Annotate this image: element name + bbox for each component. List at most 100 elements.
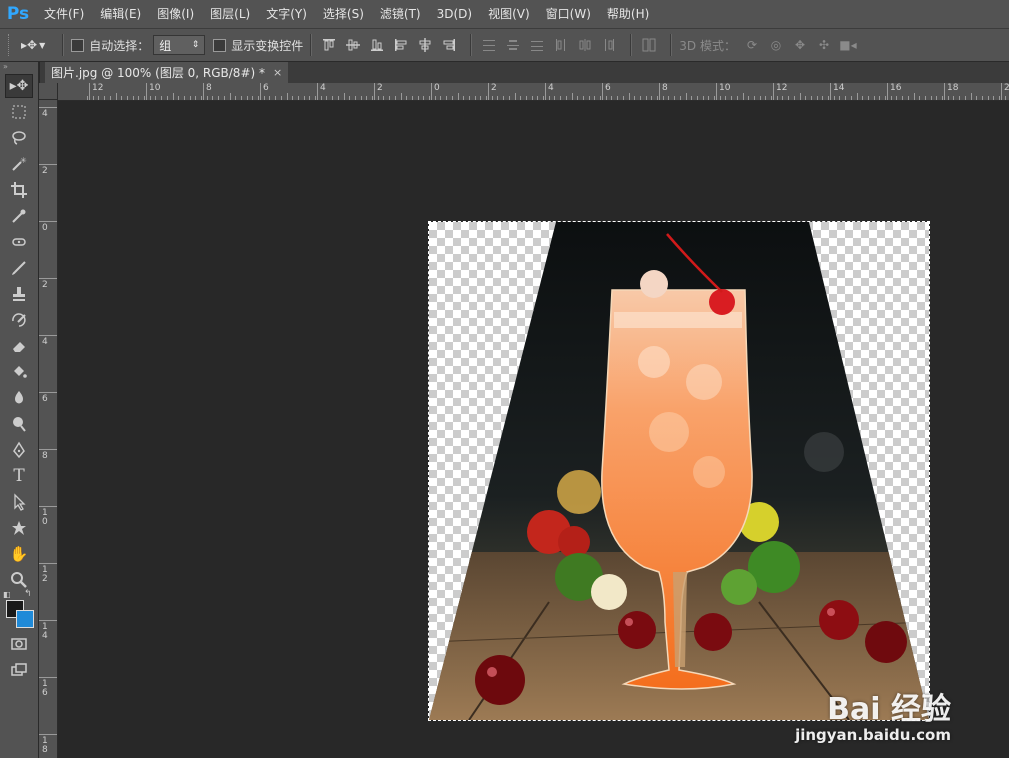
ruler-tick: [907, 96, 909, 100]
document-canvas[interactable]: [428, 221, 930, 721]
video-camera-icon: ■◂: [839, 38, 857, 52]
menu-file[interactable]: 文件(F): [36, 0, 92, 28]
ruler-tick: [434, 96, 436, 100]
distribute-top-button[interactable]: [479, 35, 499, 55]
ruler-tick: [109, 96, 111, 100]
history-brush-tool[interactable]: [5, 308, 33, 332]
dodge-tool[interactable]: [5, 412, 33, 436]
pen-tool[interactable]: [5, 438, 33, 462]
auto-select-checkbox[interactable]: [71, 38, 85, 52]
3d-scale-button[interactable]: ■◂: [838, 35, 858, 55]
blur-tool[interactable]: [5, 386, 33, 410]
menu-window[interactable]: 窗口(W): [538, 0, 599, 28]
updown-arrow-icon: ⇕: [191, 40, 200, 50]
transformed-photo-layer[interactable]: [429, 222, 929, 720]
align-left-button[interactable]: [391, 35, 411, 55]
menu-help[interactable]: 帮助(H): [599, 0, 657, 28]
menu-bar: Ps 文件(F) 编辑(E) 图像(I) 图层(L) 文字(Y) 选择(S) 滤…: [0, 0, 1009, 28]
swap-colors-icon[interactable]: ↰: [24, 589, 32, 599]
align-hcenter-button[interactable]: [415, 35, 435, 55]
menu-edit[interactable]: 编辑(E): [92, 0, 149, 28]
vertical-ruler[interactable]: 4 2 0 2 4 6 8 10 12 14 16 18: [39, 100, 58, 758]
close-icon[interactable]: ×: [273, 66, 282, 79]
clone-stamp-tool[interactable]: [5, 282, 33, 306]
ruler-tick: [537, 96, 539, 100]
crop-tool[interactable]: [5, 178, 33, 202]
brush-tool[interactable]: [5, 256, 33, 280]
document-tab[interactable]: 图片.jpg @ 100% (图层 0, RGB/8#) * ×: [45, 62, 289, 83]
distribute-bottom-button[interactable]: [527, 35, 547, 55]
screen-mode-button[interactable]: [5, 658, 33, 682]
menu-type[interactable]: 文字(Y): [258, 0, 315, 28]
options-grip: [8, 34, 15, 56]
align-top-button[interactable]: [319, 35, 339, 55]
distribute-left-button[interactable]: [551, 35, 571, 55]
ruler-tick: [617, 96, 619, 100]
distribute-hcenter-button[interactable]: [575, 35, 595, 55]
menu-select[interactable]: 选择(S): [315, 0, 372, 28]
distribute-right-button[interactable]: [599, 35, 619, 55]
3d-drag-button[interactable]: ✥: [790, 35, 810, 55]
3d-slide-button[interactable]: ✣: [814, 35, 834, 55]
ruler-major-tick: [39, 506, 57, 507]
type-icon: T: [13, 466, 25, 486]
auto-align-button[interactable]: [639, 35, 659, 55]
tool-preset-picker[interactable]: ▸✥ ▼: [21, 38, 45, 52]
watermark-logo-text: Bai 经验: [827, 692, 951, 727]
ruler-major-tick: [602, 83, 603, 100]
ruler-tick: [1004, 96, 1006, 100]
lasso-tool[interactable]: [5, 126, 33, 150]
menu-layer[interactable]: 图层(L): [202, 0, 258, 28]
horizontal-ruler[interactable]: 1210864202468101214161820: [58, 83, 1009, 101]
paint-bucket-tool[interactable]: [5, 360, 33, 384]
ruler-tick: [229, 93, 231, 100]
ruler-tick: [349, 96, 351, 100]
menu-3d[interactable]: 3D(D): [429, 0, 480, 28]
default-colors-icon[interactable]: ◧: [3, 590, 11, 599]
ruler-tick: [195, 96, 197, 100]
distribute-vcenter-button[interactable]: [503, 35, 523, 55]
ruler-tick: [98, 96, 100, 100]
eyedropper-tool[interactable]: [5, 204, 33, 228]
3d-rotate-button[interactable]: ⟳: [742, 35, 762, 55]
canvas-area[interactable]: Bai 经验 jingyan.baidu.com: [58, 101, 1009, 758]
align-bottom-button[interactable]: [367, 35, 387, 55]
quick-mask-button[interactable]: [5, 632, 33, 656]
separator: [62, 34, 65, 56]
ruler-origin[interactable]: [39, 83, 58, 100]
color-swatches[interactable]: ◧ ↰: [3, 589, 36, 630]
auto-select-dropdown[interactable]: 组 ⇕: [153, 35, 206, 55]
zoom-icon: [11, 572, 27, 588]
3d-roll-button[interactable]: ◎: [766, 35, 786, 55]
magic-wand-tool[interactable]: ✳: [5, 152, 33, 176]
hand-tool[interactable]: ✋: [5, 542, 33, 566]
screen-mode-icon: [11, 663, 27, 676]
align-vcenter-button[interactable]: [343, 35, 363, 55]
ruler-major-tick: [39, 221, 57, 222]
move-tool[interactable]: ▸✥: [5, 74, 33, 98]
path-selection-tool[interactable]: [5, 490, 33, 514]
healing-brush-tool[interactable]: [5, 230, 33, 254]
ruler-label: 18: [42, 736, 48, 755]
ruler-tick: [166, 96, 168, 100]
ruler-tick: [87, 96, 88, 100]
ruler-major-tick: [39, 563, 57, 564]
menu-view[interactable]: 视图(V): [480, 0, 538, 28]
collapse-icon[interactable]: »: [0, 62, 38, 72]
marquee-tool[interactable]: [5, 100, 33, 124]
eraser-tool[interactable]: [5, 334, 33, 358]
ruler-tick: [793, 96, 795, 100]
menu-filter[interactable]: 滤镜(T): [372, 0, 429, 28]
custom-shape-tool[interactable]: [5, 516, 33, 540]
distribute-left-icon: [556, 39, 566, 51]
ruler-tick: [964, 96, 966, 100]
distribute-hcenter-icon: [579, 39, 591, 51]
type-tool[interactable]: T: [5, 464, 33, 488]
menu-image[interactable]: 图像(I): [149, 0, 202, 28]
show-transform-checkbox[interactable]: [213, 38, 227, 52]
background-color[interactable]: [16, 610, 34, 628]
align-right-button[interactable]: [439, 35, 459, 55]
dropdown-arrow-icon: ▼: [39, 40, 46, 50]
ruler-major-tick: [39, 164, 57, 165]
ruler-label: 4: [42, 337, 48, 347]
